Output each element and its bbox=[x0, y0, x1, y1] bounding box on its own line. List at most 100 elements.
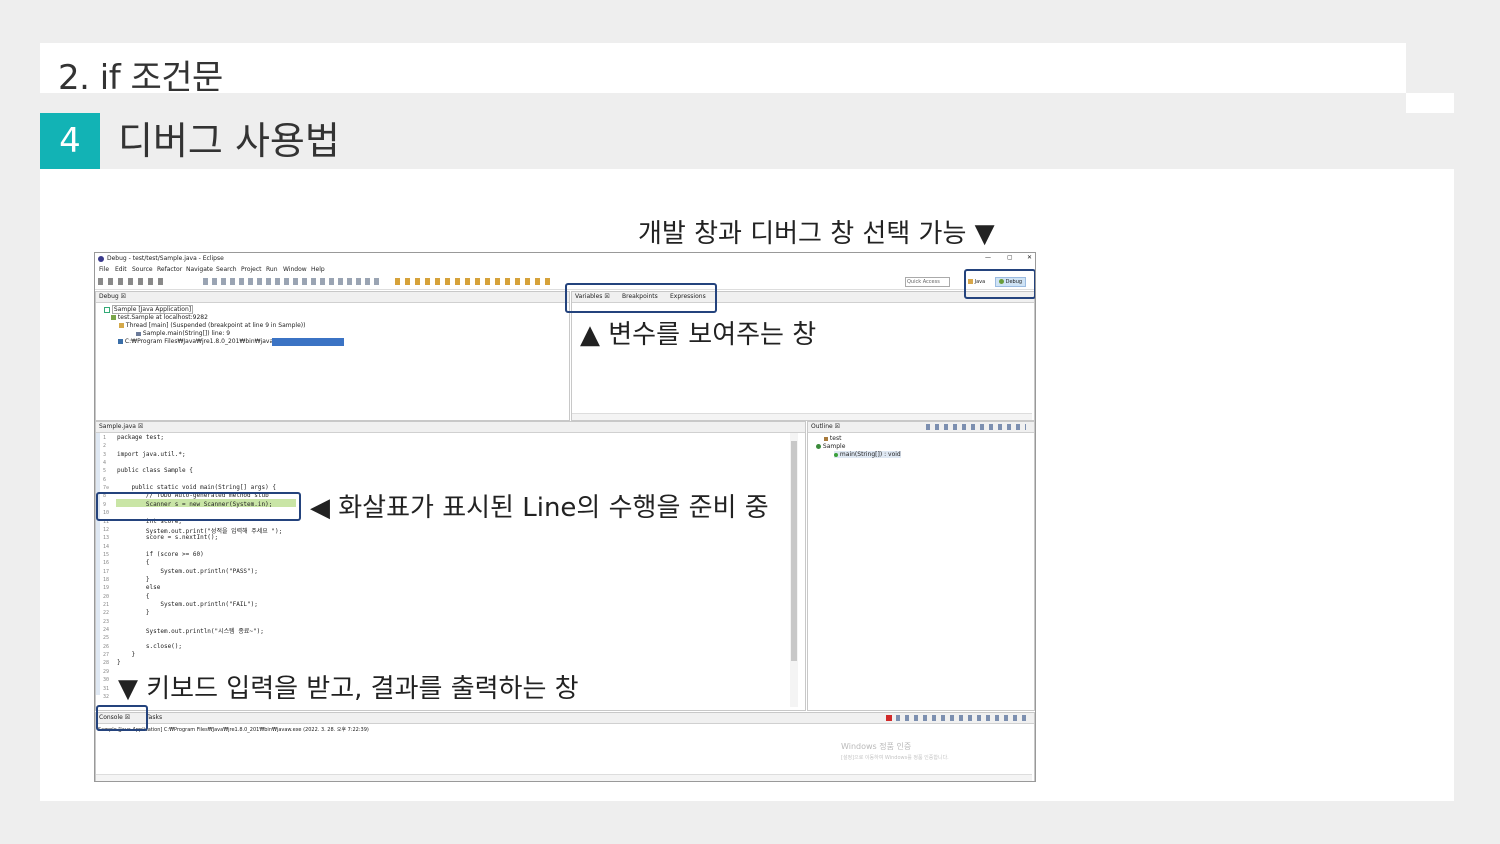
menu-help[interactable]: Help bbox=[311, 266, 325, 273]
target-label: test.Sample at localhost:9282 bbox=[117, 314, 208, 321]
menu-run[interactable]: Run bbox=[266, 266, 278, 273]
console-toolbar-icons[interactable] bbox=[896, 715, 1026, 721]
line-number: 5 bbox=[103, 468, 107, 475]
eclipse-title-bar: Debug - test/test/Sample.java - Eclipse … bbox=[95, 253, 1035, 264]
code-line: public static void main(String[] args) { bbox=[117, 484, 276, 492]
line-number: 14 bbox=[103, 543, 110, 550]
code-line: public class Sample { bbox=[117, 467, 193, 475]
variables-annotation: ▲ 변수를 보여주는 창 bbox=[580, 320, 817, 350]
debug-tree-process[interactable]: C:₩Program Files₩Java₩jre1.8.0_201₩bin₩j… bbox=[118, 338, 290, 345]
target-icon bbox=[111, 315, 116, 320]
outline-item-package[interactable]: test bbox=[824, 435, 841, 442]
slide-title-bar bbox=[40, 43, 1406, 93]
tab-outline[interactable]: Outline ☒ bbox=[811, 423, 840, 430]
console-tabs: Console ☒ Tasks bbox=[96, 713, 1034, 724]
process-label: C:₩Program Files₩Java₩jre1.8.0_201₩bin₩j… bbox=[124, 338, 291, 345]
outline-tabs: Outline ☒ bbox=[808, 422, 1034, 433]
code-line: } bbox=[117, 609, 150, 617]
code-line: System.out.println("시스템 종료~"); bbox=[117, 628, 264, 636]
line-number: 29 bbox=[103, 668, 110, 675]
code-line: { bbox=[117, 592, 150, 600]
thread-icon bbox=[119, 323, 124, 328]
line-number: 6 bbox=[103, 476, 107, 483]
tab-sample-java[interactable]: Sample.java ☒ bbox=[99, 423, 143, 430]
debug-tree-launch[interactable]: Sample [Java Application] bbox=[104, 305, 194, 314]
menu-navigate[interactable]: Navigate bbox=[186, 266, 213, 273]
maximize-button[interactable]: ▢ bbox=[1007, 254, 1013, 261]
outline-item-class[interactable]: Sample bbox=[816, 443, 845, 450]
code-line: s.close(); bbox=[117, 642, 183, 650]
line-number: 25 bbox=[103, 635, 110, 642]
line-number: 19 bbox=[103, 585, 110, 592]
code-line: { bbox=[117, 559, 150, 567]
editor-tabs: Sample.java ☒ bbox=[96, 422, 805, 433]
title-bar-extension bbox=[1406, 93, 1454, 113]
section-number: 4 bbox=[40, 113, 100, 169]
debug-tree-target[interactable]: test.Sample at localhost:9282 bbox=[111, 314, 208, 321]
close-button[interactable]: ✕ bbox=[1027, 254, 1032, 261]
eclipse-logo-icon bbox=[98, 255, 104, 262]
menu-source[interactable]: Source bbox=[132, 266, 153, 273]
console-tab-highlight bbox=[96, 705, 148, 731]
code-line: score = s.nextInt(); bbox=[117, 534, 219, 542]
package-icon bbox=[824, 436, 828, 441]
line-number: 7⊖ bbox=[103, 485, 110, 492]
debug-view-tabs: Debug ☒ bbox=[96, 292, 569, 303]
file-toolbar-icons[interactable] bbox=[98, 278, 168, 285]
line-number: 13 bbox=[103, 535, 110, 542]
frame-label: Sample.main(String[]) line: 9 bbox=[142, 330, 231, 337]
line-number: 12 bbox=[103, 526, 110, 533]
minimize-button[interactable]: — bbox=[985, 254, 991, 261]
line-number: 17 bbox=[103, 568, 110, 575]
tab-debug[interactable]: Debug ☒ bbox=[99, 293, 126, 300]
code-line: } bbox=[117, 651, 136, 659]
outline-class-label: Sample bbox=[822, 443, 846, 450]
menu-bar: File Edit Source Refactor Navigate Searc… bbox=[95, 264, 1035, 275]
menu-project[interactable]: Project bbox=[241, 266, 262, 273]
perspective-annotation: 개발 창과 디버그 창 선택 가능 ▼ bbox=[638, 219, 995, 249]
menu-refactor[interactable]: Refactor bbox=[157, 266, 182, 273]
slide-title: 2. if 조건문 bbox=[58, 58, 223, 98]
code-line: } bbox=[117, 575, 150, 583]
line-number: 24 bbox=[103, 627, 110, 634]
class-icon bbox=[816, 444, 821, 449]
code-line: System.out.println("PASS"); bbox=[117, 567, 258, 575]
debug-tree-thread[interactable]: Thread [main] (Suspended (breakpoint at … bbox=[119, 322, 305, 329]
method-icon bbox=[834, 452, 838, 457]
variables-scrollbar[interactable] bbox=[572, 413, 1032, 420]
code-line: package test; bbox=[117, 434, 164, 441]
outline-item-method[interactable]: main(String[]) : void bbox=[834, 451, 901, 458]
line-number: 4 bbox=[103, 460, 107, 467]
debug-toolbar-icons[interactable] bbox=[203, 278, 383, 285]
menu-edit[interactable]: Edit bbox=[115, 266, 127, 273]
line-number: 3 bbox=[103, 451, 107, 458]
outline-view: Outline ☒ test Sample main(String[]) : v… bbox=[807, 421, 1035, 711]
run-toolbar-icons[interactable] bbox=[395, 278, 555, 285]
outline-method-label: main(String[]) : void bbox=[839, 451, 901, 458]
variables-highlight bbox=[565, 283, 717, 313]
code-line: import java.util.*; bbox=[117, 450, 186, 458]
quick-access-input[interactable]: Quick Access bbox=[905, 277, 950, 287]
window-title: Debug - test/test/Sample.java - Eclipse bbox=[107, 255, 224, 262]
current-line-annotation: ◀ 화살표가 표시된 Line의 수행을 준비 중 bbox=[310, 487, 769, 524]
code-line: System.out.println("FAIL"); bbox=[117, 601, 258, 608]
line-number: 21 bbox=[103, 602, 110, 608]
line-number: 1 bbox=[103, 435, 107, 441]
editor-ruler bbox=[96, 433, 100, 695]
editor-vscroll[interactable] bbox=[790, 433, 798, 707]
terminate-icon[interactable] bbox=[886, 715, 892, 721]
menu-window[interactable]: Window bbox=[283, 266, 307, 273]
menu-search[interactable]: Search bbox=[216, 266, 237, 273]
code-line: else bbox=[117, 584, 161, 592]
section-title: 디버그 사용법 bbox=[118, 119, 340, 163]
debug-tree-frame[interactable]: Sample.main(String[]) line: 9 bbox=[136, 330, 230, 337]
console-scrollbar[interactable] bbox=[96, 774, 1032, 781]
outline-toolbar-icons[interactable] bbox=[926, 424, 1026, 430]
line-number: 23 bbox=[103, 618, 110, 625]
process-icon bbox=[118, 339, 123, 344]
menu-file[interactable]: File bbox=[99, 266, 109, 273]
thread-label: Thread [main] (Suspended (breakpoint at … bbox=[125, 322, 306, 329]
console-view: Console ☒ Tasks Sample [Java Application… bbox=[95, 712, 1035, 781]
tab-tasks[interactable]: Tasks bbox=[146, 714, 162, 721]
redacted-bar bbox=[272, 338, 344, 346]
